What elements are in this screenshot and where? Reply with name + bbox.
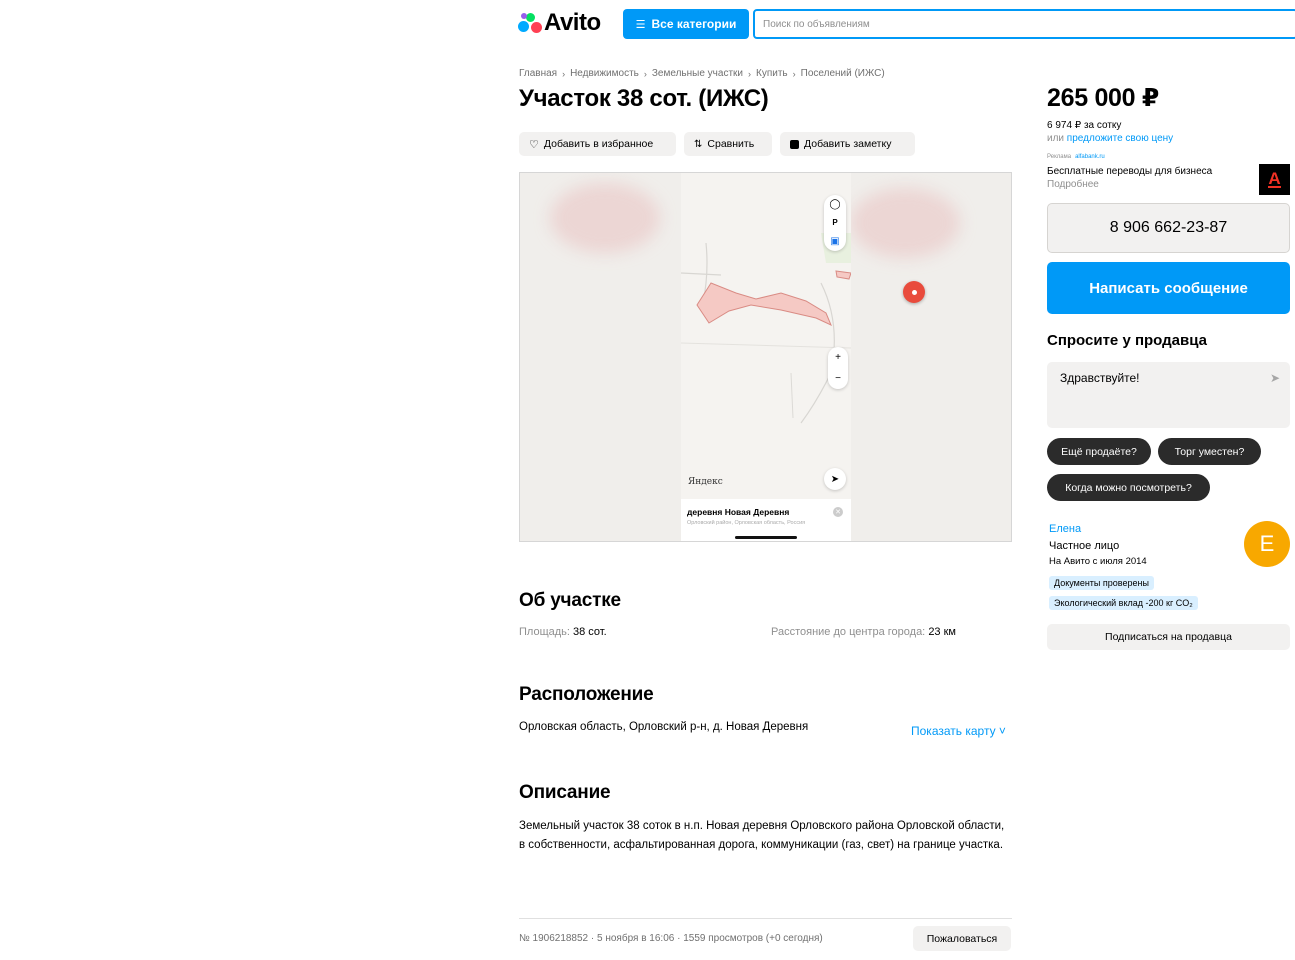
quick-question-chip[interactable]: Когда можно посмотреть? xyxy=(1047,474,1210,501)
search-input[interactable]: Поиск по объявлениям xyxy=(753,9,1295,39)
zoom-in-button[interactable]: + xyxy=(835,352,841,363)
add-to-favorites-button[interactable]: ♡ Добавить в избранное xyxy=(519,132,676,156)
description-text: Земельный участок 38 соток в н.п. Новая … xyxy=(519,820,1005,851)
compare-button[interactable]: ⇅ Сравнить xyxy=(684,132,772,156)
breadcrumb-item[interactable]: Главная xyxy=(519,68,557,79)
favorites-label: Добавить в избранное xyxy=(543,138,654,150)
write-message-button[interactable]: Написать сообщение xyxy=(1047,262,1290,314)
area-label: Площадь: xyxy=(519,626,570,638)
add-note-button[interactable]: Добавить заметку xyxy=(780,132,915,156)
listing-meta: № 1906218852 · 5 ноября в 16:06 · 1559 п… xyxy=(519,933,823,944)
parking-icon[interactable]: P xyxy=(832,218,837,227)
seller-name-link[interactable]: Елена xyxy=(1049,523,1081,535)
show-map-link[interactable]: Показать карту ˅ xyxy=(911,724,1006,738)
heart-icon: ♡ xyxy=(529,138,539,151)
ad-source-link[interactable]: alfabank.ru xyxy=(1075,154,1105,160)
yandex-logo: Яндекс xyxy=(688,477,723,487)
show-phone-button[interactable]: 8 906 662-23-87 xyxy=(1047,203,1290,253)
drag-handle[interactable] xyxy=(735,536,797,539)
geolocation-button[interactable]: ➤ xyxy=(824,468,846,490)
about-heading: Об участке xyxy=(519,590,621,611)
map-place-title: деревня Новая Деревня xyxy=(687,507,790,517)
close-icon[interactable]: ✕ xyxy=(833,507,843,517)
ad-title[interactable]: Бесплатные переводы для бизнеса xyxy=(1047,166,1212,177)
navigation-arrow-icon: ➤ xyxy=(830,473,840,485)
map-blur-shape xyxy=(550,183,660,253)
chevron-right-icon: › xyxy=(748,68,751,79)
chevron-right-icon: › xyxy=(792,68,796,79)
map-blur-shape xyxy=(850,188,960,258)
location-heading: Расположение xyxy=(519,684,654,705)
breadcrumb-item[interactable]: Земельные участки xyxy=(652,68,743,79)
zoom-out-button[interactable]: − xyxy=(835,373,841,384)
seller-avatar[interactable]: Е xyxy=(1244,521,1290,567)
avito-logo[interactable]: Avito xyxy=(518,8,601,38)
distance-param: Расстояние до центра города: 23 км xyxy=(771,626,956,638)
eco-contribution-badge[interactable]: Экологический вклад -200 кг CO₂ xyxy=(1049,596,1198,610)
breadcrumb-item[interactable]: Купить xyxy=(756,68,788,79)
send-icon[interactable]: ➤ xyxy=(1270,371,1280,385)
offer-prefix: или xyxy=(1047,133,1065,144)
distance-label: Расстояние до центра города: xyxy=(771,626,926,638)
logo-dots-icon xyxy=(518,12,542,34)
map-layers-control[interactable]: ◯ P ▣ xyxy=(824,195,846,251)
menu-search-icon: ☰ xyxy=(635,18,646,31)
area-param: Площадь: 38 сот. xyxy=(519,626,607,638)
chevron-right-icon: › xyxy=(643,68,647,79)
all-categories-button[interactable]: ☰ Все категории xyxy=(623,9,749,39)
verified-docs-badge[interactable]: Документы проверены xyxy=(1049,576,1154,590)
note-label: Добавить заметку xyxy=(804,138,892,150)
ad-label: Реклама alfabank.ru xyxy=(1047,154,1105,160)
area-value: 38 сот. xyxy=(573,626,607,638)
compare-icon: ⇅ xyxy=(694,138,703,150)
offer-price-link[interactable]: предложите свою цену xyxy=(1067,133,1173,144)
subscribe-seller-button[interactable]: Подписаться на продавца xyxy=(1047,624,1290,650)
divider xyxy=(519,918,1012,919)
price: 265 000 ₽ xyxy=(1047,84,1160,112)
description-heading: Описание xyxy=(519,782,611,803)
ad-more-link[interactable]: Подробнее xyxy=(1047,179,1099,190)
quick-question-chip[interactable]: Торг уместен? xyxy=(1158,438,1261,465)
ask-seller-heading: Спросите у продавца xyxy=(1047,332,1207,349)
seller-type: Частное лицо xyxy=(1049,540,1120,552)
ask-seller-input[interactable]: Здравствуйте! ➤ xyxy=(1047,362,1290,428)
address-text: Орловская область, Орловский р-н, д. Нов… xyxy=(519,721,809,733)
map-widget[interactable]: ◯ P ▣ + − Яндекс ➤ деревня Новая Деревня… xyxy=(519,172,1012,542)
price-offer: или предложите свою цену xyxy=(1047,133,1173,144)
ask-seller-text: Здравствуйте! xyxy=(1060,371,1140,385)
ad-logo-letter: A xyxy=(1268,169,1281,188)
distance-value: 23 км xyxy=(928,626,956,638)
all-categories-label: Все категории xyxy=(651,17,737,31)
search-placeholder: Поиск по объявлениям xyxy=(763,18,870,30)
map-place-card[interactable]: деревня Новая Деревня Орловский район, О… xyxy=(681,499,851,541)
page-title: Участок 38 сот. (ИЖС) xyxy=(519,85,769,112)
zoom-control[interactable]: + − xyxy=(828,347,848,389)
map-viewport[interactable]: ◯ P ▣ + − Яндекс ➤ деревня Новая Деревня… xyxy=(681,173,925,541)
alfabank-logo-icon[interactable]: A xyxy=(1259,164,1290,195)
note-icon xyxy=(790,139,799,149)
breadcrumb-item[interactable]: Недвижимость xyxy=(570,68,639,79)
transport-icon[interactable]: ▣ xyxy=(830,236,839,247)
breadcrumb: Главная › Недвижимость › Земельные участ… xyxy=(519,68,885,79)
ad-label-text: Реклама xyxy=(1047,154,1072,160)
seller-since: На Авито с июля 2014 xyxy=(1049,556,1147,567)
quick-question-chip[interactable]: Ещё продаёте? xyxy=(1047,438,1151,465)
breadcrumb-item[interactable]: Поселений (ИЖС) xyxy=(801,68,885,79)
complain-button[interactable]: Пожаловаться xyxy=(913,926,1011,951)
logo-text: Avito xyxy=(544,9,601,36)
map-place-subtitle: Орловский район, Орловская область, Росс… xyxy=(687,520,806,526)
map-pin-icon xyxy=(903,281,925,303)
price-per-unit: 6 974 ₽ за сотку xyxy=(1047,120,1122,131)
chevron-right-icon: › xyxy=(562,68,566,79)
traffic-icon[interactable]: ◯ xyxy=(829,199,840,210)
compare-label: Сравнить xyxy=(707,138,755,150)
